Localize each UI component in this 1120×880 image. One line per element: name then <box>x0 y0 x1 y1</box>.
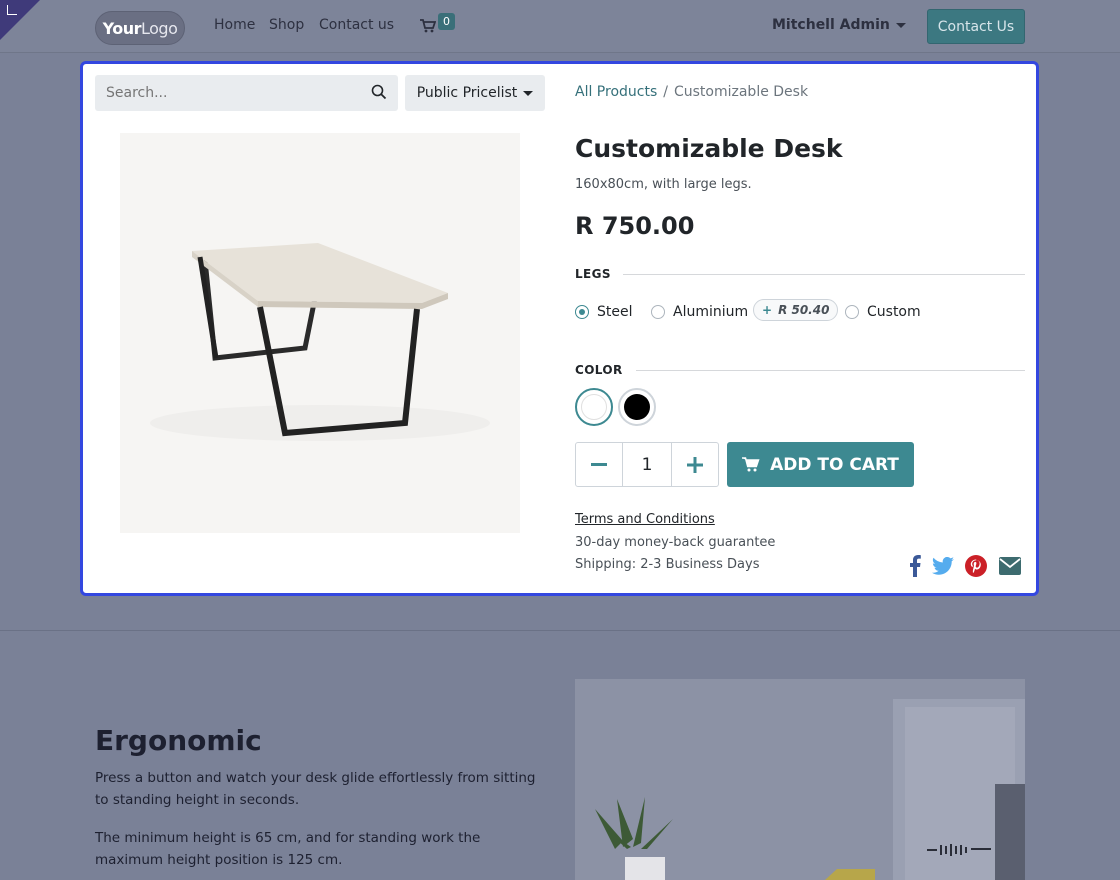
pinterest-share[interactable] <box>963 553 989 579</box>
logo-text: Logo <box>141 18 178 38</box>
cart-link[interactable]: 0 <box>420 13 460 37</box>
plus-icon <box>687 456 704 473</box>
contact-us-button[interactable]: Contact Us <box>927 9 1025 44</box>
radio-icon <box>845 305 859 319</box>
add-to-cart-label: ADD TO CART <box>770 454 899 475</box>
product-image[interactable] <box>120 133 520 533</box>
chevron-down-icon <box>523 90 534 96</box>
quantity-decrease-button[interactable] <box>576 443 622 486</box>
color-swatch-fill <box>581 394 607 420</box>
product-price: R 750.00 <box>575 212 695 240</box>
site-logo[interactable]: Your Logo <box>95 11 185 45</box>
cart-icon <box>742 457 760 472</box>
twitter-icon <box>932 557 954 575</box>
color-swatch-white[interactable] <box>575 388 613 426</box>
logo-bold-text: Your <box>102 18 142 38</box>
product-description: 160x80cm, with large legs. <box>575 177 752 192</box>
guarantee-text: 30-day money-back guarantee <box>575 535 776 550</box>
legs-option-label: Custom <box>867 304 921 320</box>
ergonomic-paragraph-2: The minimum height is 65 cm, and for sta… <box>95 830 481 868</box>
legs-label: LEGS <box>575 267 611 281</box>
office-scene-illustration <box>575 679 1025 880</box>
facebook-share[interactable] <box>902 553 928 579</box>
legs-option-custom[interactable]: Custom <box>845 304 921 320</box>
facebook-icon <box>910 555 921 577</box>
chevron-down-icon <box>895 22 906 28</box>
radio-icon <box>651 305 665 319</box>
shipping-text: Shipping: 2-3 Business Days <box>575 557 760 572</box>
legs-option-steel[interactable]: Steel <box>575 304 633 320</box>
radio-checked-icon <box>575 305 589 319</box>
email-share[interactable] <box>997 553 1023 579</box>
pricelist-dropdown[interactable]: Public Pricelist <box>405 75 545 111</box>
legs-option-label: Steel <box>597 304 633 320</box>
user-menu[interactable]: Mitchell Admin <box>772 17 906 33</box>
twitter-share[interactable] <box>930 553 956 579</box>
ergonomic-title: Ergonomic <box>95 724 262 757</box>
breadcrumb-current: Customizable Desk <box>673 84 809 100</box>
quantity-input[interactable]: 1 <box>621 443 673 486</box>
cart-count-badge: 0 <box>438 13 455 30</box>
add-to-cart-button[interactable]: ADD TO CART <box>727 442 914 487</box>
color-divider <box>636 370 1025 371</box>
price-extra-value: R 50.40 <box>778 303 830 317</box>
search-icon[interactable] <box>371 84 387 100</box>
nav-shop[interactable]: Shop <box>269 17 304 33</box>
product-title: Customizable Desk <box>575 134 843 163</box>
cart-icon <box>420 19 436 33</box>
corner-icon <box>7 5 17 15</box>
legs-option-aluminium[interactable]: Aluminium <box>651 304 748 320</box>
section-divider <box>0 630 1120 631</box>
nav-home[interactable]: Home <box>214 17 255 33</box>
quantity-stepper: 1 <box>575 442 719 487</box>
plus-icon: + <box>762 303 773 317</box>
minus-icon <box>590 462 607 466</box>
quantity-increase-button[interactable] <box>672 443 718 486</box>
breadcrumb-all-products[interactable]: All Products <box>575 84 657 100</box>
breadcrumb: All Products / Customizable Desk <box>575 84 808 100</box>
search-input[interactable] <box>95 75 355 111</box>
office-photo <box>575 679 1025 880</box>
color-swatch-fill <box>624 394 650 420</box>
product-panel: Public Pricelist All Products / Customizab… <box>80 61 1039 596</box>
terms-link[interactable]: Terms and Conditions <box>575 512 715 527</box>
ergonomic-paragraph-1: Press a button and watch your desk glide… <box>95 770 536 808</box>
color-swatch-black[interactable] <box>618 388 656 426</box>
search-box <box>95 75 398 111</box>
nav-contact[interactable]: Contact us <box>319 17 394 33</box>
desk-illustration <box>120 133 520 533</box>
navbar: Your Logo Home Shop Contact us 0 Mitchell… <box>0 0 1120 53</box>
email-icon <box>999 557 1021 575</box>
user-name: Mitchell Admin <box>772 17 890 33</box>
legs-option-label: Aluminium <box>673 304 749 320</box>
pinterest-icon <box>965 555 987 577</box>
price-extra-badge: + R 50.40 <box>753 299 839 321</box>
editor-corner-tab[interactable] <box>0 0 40 40</box>
pricelist-label: Public Pricelist <box>416 85 518 101</box>
color-label: COLOR <box>575 363 623 377</box>
legs-divider <box>623 274 1025 275</box>
breadcrumb-separator: / <box>663 84 668 100</box>
